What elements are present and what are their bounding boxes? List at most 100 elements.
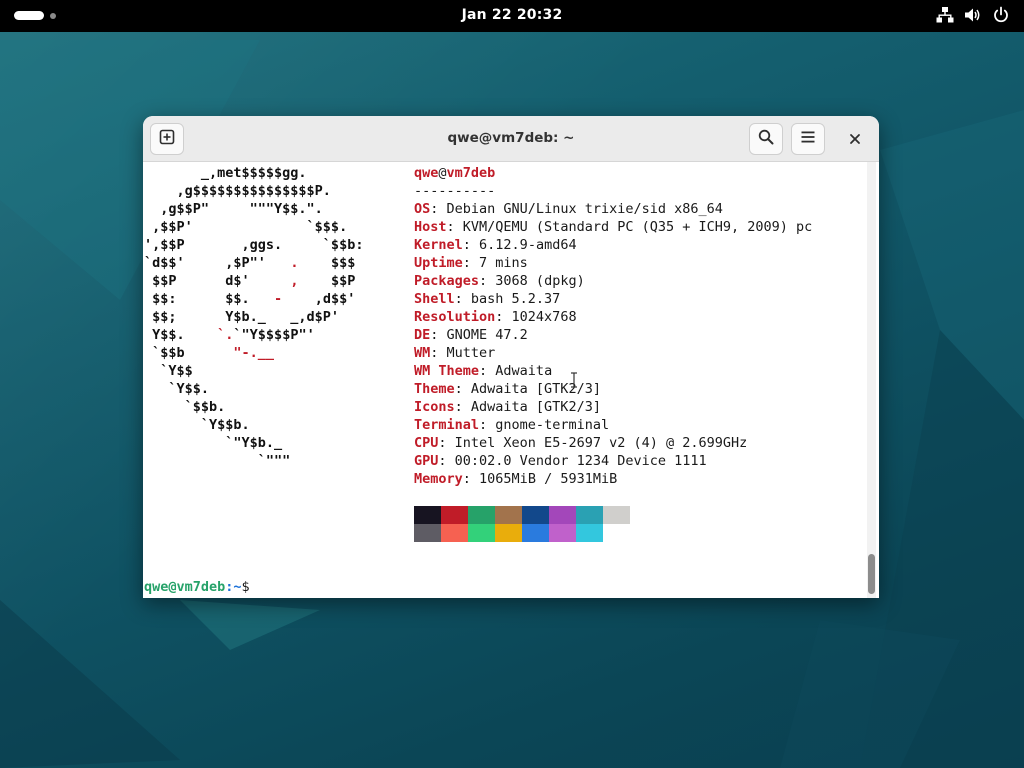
info-value: 3068 (dpkg) bbox=[495, 273, 585, 289]
info-row: CPU: Intel Xeon E5-2697 v2 (4) @ 2.699GH… bbox=[414, 434, 812, 452]
color-swatch bbox=[441, 506, 468, 524]
info-colon: : bbox=[462, 255, 480, 271]
info-key: WM bbox=[414, 345, 431, 361]
new-tab-button[interactable] bbox=[150, 123, 184, 155]
info-colon: : bbox=[479, 273, 496, 289]
info-value: Debian GNU/Linux trixie/sid x86_64 bbox=[446, 201, 723, 217]
info-at: @ bbox=[438, 165, 447, 181]
ascii-segment: Y$$. bbox=[144, 327, 218, 343]
ascii-line: `Y$$. bbox=[144, 380, 363, 398]
color-swatch bbox=[549, 506, 576, 524]
ascii-segment: `Y$$ bbox=[144, 363, 193, 379]
ascii-segment: $$; Y$b._ _,d$P' bbox=[144, 309, 340, 325]
hamburger-menu-icon bbox=[800, 129, 816, 149]
color-swatch bbox=[468, 506, 495, 524]
scrollbar-thumb[interactable] bbox=[868, 554, 875, 594]
info-value: bash 5.2.37 bbox=[470, 291, 561, 307]
ascii-segment: `""" bbox=[144, 453, 291, 469]
ascii-line: ',$$P ,ggs. `$$b: bbox=[144, 236, 363, 254]
info-row: Terminal: gnome-terminal bbox=[414, 416, 812, 434]
info-row: Memory: 1065MiB / 5931MiB bbox=[414, 470, 812, 488]
info-header: qwe@vm7deb bbox=[414, 164, 812, 182]
info-key: Uptime bbox=[414, 255, 463, 271]
activities-button[interactable] bbox=[14, 11, 56, 20]
info-colon: : bbox=[462, 237, 480, 253]
top-bar: Jan 22 20:32 bbox=[0, 0, 1024, 32]
palette-row-bright bbox=[414, 524, 630, 542]
ascii-line: `"Y$b._ bbox=[144, 434, 363, 452]
info-colon: : bbox=[454, 399, 471, 415]
ascii-line: `d$$' ,$P"' . $$$ bbox=[144, 254, 363, 272]
info-value: Adwaita [GTK2/3] bbox=[470, 381, 601, 397]
color-swatch bbox=[468, 524, 495, 542]
info-key: Theme bbox=[414, 381, 455, 397]
workspace-indicator-active bbox=[14, 11, 44, 20]
debian-ascii-logo: _,met$$$$$gg. ,g$$$$$$$$$$$$$$$P. ,g$$P"… bbox=[144, 164, 363, 470]
info-key: Terminal bbox=[414, 417, 480, 433]
info-row: Shell: bash 5.2.37 bbox=[414, 290, 812, 308]
palette-row-normal bbox=[414, 506, 630, 524]
ascii-line: `""" bbox=[144, 452, 363, 470]
ascii-segment: - bbox=[274, 291, 283, 307]
system-info: qwe@vm7deb ---------- OS: Debian GNU/Lin… bbox=[414, 164, 812, 488]
info-key: CPU bbox=[414, 435, 439, 451]
shell-prompt[interactable]: qwe@vm7deb:~$ bbox=[144, 578, 250, 596]
info-key: GPU bbox=[414, 453, 439, 469]
info-separator: ---------- bbox=[414, 183, 496, 199]
info-colon: : bbox=[454, 291, 471, 307]
workspace-indicator-inactive bbox=[50, 12, 56, 19]
clock-label[interactable]: Jan 22 20:32 bbox=[462, 7, 563, 23]
info-value: 7 mins bbox=[479, 255, 528, 271]
info-key: WM Theme bbox=[414, 363, 480, 379]
color-swatch bbox=[549, 524, 576, 542]
ascii-line: ,g$$$$$$$$$$$$$$$P. bbox=[144, 182, 363, 200]
ascii-segment: `Y$$b. bbox=[144, 417, 250, 433]
ascii-segment: ,$$P' `$$$. bbox=[144, 219, 348, 235]
ascii-line: ,g$$P" """Y$$.". bbox=[144, 200, 363, 218]
color-swatch bbox=[495, 506, 522, 524]
color-swatch bbox=[522, 524, 549, 542]
search-button[interactable] bbox=[749, 123, 783, 155]
ascii-segment: $$P d$' bbox=[144, 273, 291, 289]
ascii-line: ,$$P' `$$$. bbox=[144, 218, 363, 236]
system-tray[interactable] bbox=[936, 6, 1010, 24]
power-icon[interactable] bbox=[992, 6, 1010, 24]
ascii-segment: `"Y$b._ bbox=[144, 435, 283, 451]
color-swatch bbox=[495, 524, 522, 542]
terminal-scrollbar[interactable] bbox=[867, 162, 876, 598]
ascii-line: `Y$$b. bbox=[144, 416, 363, 434]
info-colon: : bbox=[479, 417, 496, 433]
ascii-line: `Y$$ bbox=[144, 362, 363, 380]
color-swatch bbox=[603, 524, 630, 542]
info-row: Uptime: 7 mins bbox=[414, 254, 812, 272]
terminal-output[interactable]: _,met$$$$$gg. ,g$$$$$$$$$$$$$$$P. ,g$$P"… bbox=[143, 162, 879, 598]
info-row: GPU: 00:02.0 Vendor 1234 Device 1111 bbox=[414, 452, 812, 470]
prompt-symbol: $ bbox=[241, 579, 250, 595]
info-user: qwe bbox=[414, 165, 439, 181]
info-key: Icons bbox=[414, 399, 455, 415]
info-colon: : bbox=[430, 327, 447, 343]
window-headerbar[interactable]: qwe@vm7deb: ~ bbox=[143, 116, 879, 162]
info-value: 1024x768 bbox=[511, 309, 577, 325]
info-row: Host: KVM/QEMU (Standard PC (Q35 + ICH9,… bbox=[414, 218, 812, 236]
ascii-segment: $$P bbox=[298, 273, 356, 289]
speaker-volume-icon[interactable] bbox=[964, 6, 982, 24]
info-row: Kernel: 6.12.9-amd64 bbox=[414, 236, 812, 254]
color-palette bbox=[414, 506, 630, 542]
ascii-segment: `"Y$$$$P"' bbox=[233, 327, 315, 343]
info-row: WM Theme: Adwaita bbox=[414, 362, 812, 380]
color-swatch bbox=[576, 524, 603, 542]
info-row: DE: GNOME 47.2 bbox=[414, 326, 812, 344]
main-menu-button[interactable] bbox=[791, 123, 825, 155]
info-row: OS: Debian GNU/Linux trixie/sid x86_64 bbox=[414, 200, 812, 218]
info-value: Intel Xeon E5-2697 v2 (4) @ 2.699GHz bbox=[454, 435, 748, 451]
info-host: vm7deb bbox=[446, 165, 496, 181]
close-button[interactable] bbox=[838, 123, 872, 155]
info-value: gnome-terminal bbox=[495, 417, 610, 433]
ascii-segment: ,g$$P" """Y$$.". bbox=[144, 201, 323, 217]
ascii-line: _,met$$$$$gg. bbox=[144, 164, 363, 182]
ascii-segment: $$: $$. bbox=[144, 291, 275, 307]
ascii-segment: `$$b bbox=[144, 345, 234, 361]
prompt-user-host: qwe@vm7deb bbox=[144, 579, 226, 595]
network-wired-icon[interactable] bbox=[936, 6, 954, 24]
